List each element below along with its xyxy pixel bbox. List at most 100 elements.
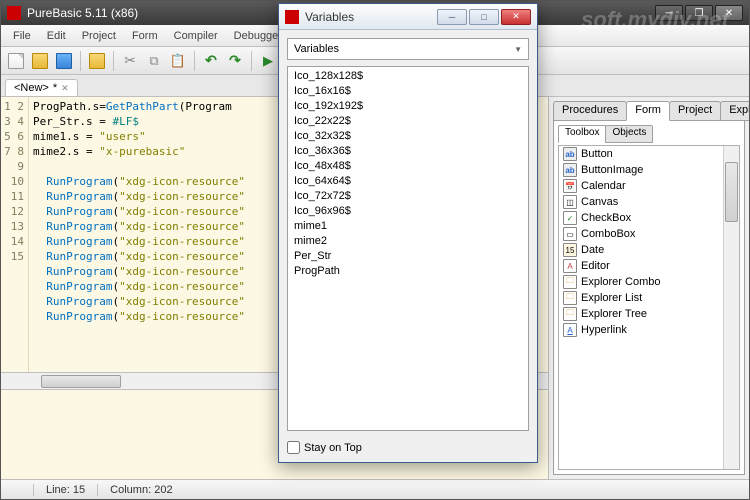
maximize-button[interactable]: ❐ — [685, 5, 713, 21]
redo-icon: ↷ — [229, 52, 241, 69]
toolbox-item[interactable]: ▭ ComboBox — [559, 226, 739, 242]
combo-icon: ▭ — [563, 227, 577, 241]
hyper-icon: A — [563, 323, 577, 337]
check-icon: ✓ — [563, 211, 577, 225]
variable-item[interactable]: Ico_22x22$ — [292, 114, 524, 129]
toolbar-separator — [113, 51, 114, 71]
menu-file[interactable]: File — [5, 28, 39, 44]
vertical-scrollbar[interactable] — [723, 146, 739, 469]
variable-item[interactable]: Ico_192x192$ — [292, 99, 524, 114]
status-column-value: 202 — [154, 484, 172, 496]
toolbox-item-label: ComboBox — [581, 228, 635, 240]
variable-item[interactable]: mime2 — [292, 234, 524, 249]
variable-item[interactable]: Ico_36x36$ — [292, 144, 524, 159]
variable-item[interactable]: Ico_96x96$ — [292, 204, 524, 219]
dialog-minimize-button[interactable]: ─ — [437, 9, 467, 25]
variable-item[interactable]: Ico_64x64$ — [292, 174, 524, 189]
toolbar-separator — [194, 51, 195, 71]
toolbox-item[interactable]: A Hyperlink — [559, 322, 739, 338]
toolbox-item[interactable]: 15 Date — [559, 242, 739, 258]
variable-item[interactable]: ProgPath — [292, 264, 524, 279]
variable-item[interactable]: Ico_16x16$ — [292, 84, 524, 99]
compile-run-button[interactable]: ▶ — [257, 50, 279, 72]
side-subtabs: ToolboxObjects — [558, 125, 740, 143]
toolbar-separator — [80, 51, 81, 71]
canvas-icon: ◫ — [563, 195, 577, 209]
variable-item[interactable]: mime1 — [292, 219, 524, 234]
redo-button[interactable]: ↷ — [224, 50, 246, 72]
app-logo-icon — [7, 6, 21, 20]
undo-icon: ↶ — [205, 52, 217, 69]
menu-compiler[interactable]: Compiler — [166, 28, 226, 44]
toolbox-item[interactable]: AEditor — [559, 258, 739, 274]
editor-icon: A — [563, 259, 577, 273]
side-tabs: ProceduresFormProjectExplorer — [553, 101, 745, 121]
variable-item[interactable]: Ico_128x128$ — [292, 69, 524, 84]
toolbox-item[interactable]: 🗀 Explorer List — [559, 290, 739, 306]
side-tab-explorer[interactable]: Explorer — [720, 101, 749, 121]
save-file-button[interactable] — [53, 50, 75, 72]
open-file-button[interactable] — [29, 50, 51, 72]
statusbar: Line: 15 Column: 202 — [1, 479, 749, 499]
menu-form[interactable]: Form — [124, 28, 166, 44]
copy-button[interactable]: ⧉ — [143, 50, 165, 72]
side-tab-form[interactable]: Form — [626, 101, 670, 121]
toolbox-item-label: Calendar — [581, 180, 626, 192]
toolbox-item[interactable]: ◫Canvas — [559, 194, 739, 210]
new-file-button[interactable] — [5, 50, 27, 72]
dialog-close-button[interactable]: ✕ — [501, 9, 531, 25]
variables-dialog[interactable]: Variables ─ □ ✕ Variables Ico_128x128$Ic… — [278, 3, 538, 463]
toolbox-item[interactable]: ✓CheckBox — [559, 210, 739, 226]
exp-icon: 🗀 — [563, 275, 577, 289]
dialog-title: Variables — [305, 10, 437, 24]
status-column-cell: Column: 202 — [97, 484, 184, 496]
toolbox-item-label: ButtonImage — [581, 164, 643, 176]
variable-scope-combo[interactable]: Variables — [287, 38, 529, 60]
paste-button[interactable]: 📋 — [167, 50, 189, 72]
status-column-label: Column: — [110, 484, 151, 496]
side-panel: ProceduresFormProjectExplorer ToolboxObj… — [549, 97, 749, 479]
subtab-toolbox[interactable]: Toolbox — [558, 125, 606, 143]
save-disk-icon — [56, 53, 72, 69]
variables-list[interactable]: Ico_128x128$Ico_16x16$Ico_192x192$Ico_22… — [287, 66, 529, 431]
toolbox-item[interactable]: abButtonImage — [559, 162, 739, 178]
paste-icon: 📋 — [170, 53, 186, 69]
toolbox-list[interactable]: abButtonabButtonImage📅Calendar◫Canvas✓Ch… — [558, 145, 740, 470]
toolbox-item-label: Explorer Tree — [581, 308, 647, 320]
variable-item[interactable]: Ico_72x72$ — [292, 189, 524, 204]
undo-button[interactable]: ↶ — [200, 50, 222, 72]
cut-button[interactable]: ✂ — [119, 50, 141, 72]
date-icon: 15 — [563, 243, 577, 257]
status-line-label: Line: — [46, 484, 70, 496]
dialog-titlebar[interactable]: Variables ─ □ ✕ — [279, 4, 537, 30]
new-file-icon — [8, 53, 24, 69]
variable-item[interactable]: Ico_32x32$ — [292, 129, 524, 144]
side-tab-procedures[interactable]: Procedures — [553, 101, 627, 121]
toolbox-item[interactable]: 🗀Explorer Tree — [559, 306, 739, 322]
variable-item[interactable]: Per_Str — [292, 249, 524, 264]
copy-icon: ⧉ — [149, 53, 158, 69]
close-button[interactable]: ✕ — [715, 5, 743, 21]
toolbox-item[interactable]: 📅Calendar — [559, 178, 739, 194]
toolbox-item-label: Date — [581, 244, 604, 256]
toolbox-item-label: Explorer List — [581, 292, 642, 304]
exp-icon: 🗀 — [563, 291, 577, 305]
minimize-button[interactable]: ─ — [655, 5, 683, 21]
stay-on-top-checkbox[interactable] — [287, 441, 300, 454]
close-file-button[interactable] — [86, 50, 108, 72]
toolbox-item-label: Explorer Combo — [581, 276, 660, 288]
side-tab-project[interactable]: Project — [669, 101, 721, 121]
toolbox-item[interactable]: 🗀 Explorer Combo — [559, 274, 739, 290]
tab-close-icon[interactable]: ✕ — [61, 83, 69, 94]
dialog-maximize-button[interactable]: □ — [469, 9, 499, 25]
document-tab[interactable]: <New>* ✕ — [5, 79, 78, 96]
toolbox-item[interactable]: abButton — [559, 146, 739, 162]
menu-edit[interactable]: Edit — [39, 28, 74, 44]
menu-project[interactable]: Project — [74, 28, 124, 44]
dialog-logo-icon — [285, 10, 299, 24]
toolbox-item-label: Hyperlink — [581, 324, 627, 336]
scrollbar-thumb[interactable] — [725, 162, 738, 222]
variable-item[interactable]: Ico_48x48$ — [292, 159, 524, 174]
scrollbar-thumb[interactable] — [41, 375, 121, 388]
subtab-objects[interactable]: Objects — [605, 125, 653, 143]
